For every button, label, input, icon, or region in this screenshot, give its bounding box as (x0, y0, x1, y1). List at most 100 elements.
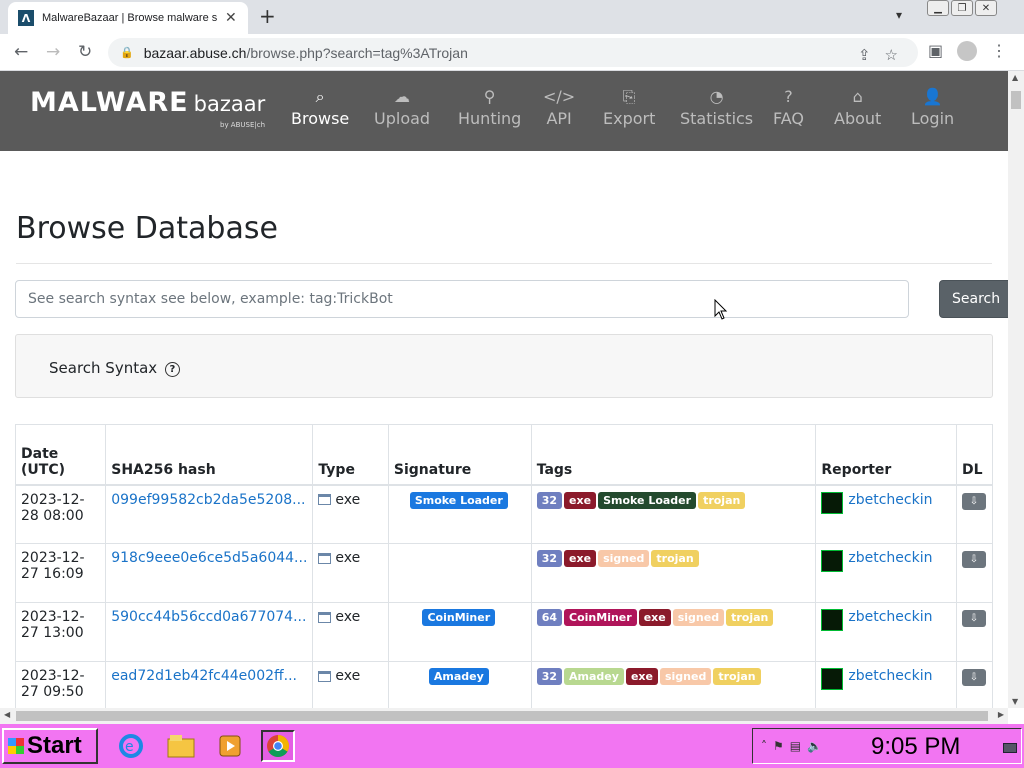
media-player-icon[interactable] (213, 730, 247, 762)
tag-badge[interactable]: trojan (698, 491, 746, 509)
table-row: 2023-12- 27 09:50 ead72d1eb42fc44e002ff..… (14, 661, 994, 708)
tag-badge[interactable]: exe (564, 550, 597, 567)
restore-icon[interactable]: ❐ (951, 0, 973, 16)
tray-volume-icon[interactable]: 🔈 (807, 739, 822, 753)
col-dl: DL (955, 424, 994, 486)
scroll-up-icon[interactable]: ▲ (1012, 73, 1018, 82)
internet-explorer-icon[interactable]: e (114, 730, 148, 762)
forward-icon[interactable]: → (46, 42, 60, 62)
hash-link[interactable]: 099ef99582cb2da5e5208... (111, 492, 305, 508)
cloud-upload-icon: ☁ (394, 87, 411, 106)
logo-sub: bazaar (193, 92, 266, 116)
nav-label: Upload (374, 109, 431, 128)
tag-badge[interactable]: 32 (536, 491, 563, 509)
tag-badge[interactable]: 32 (536, 668, 563, 685)
nav-statistics[interactable]: ◔ Statistics (680, 87, 753, 128)
reload-icon[interactable]: ↻ (78, 42, 92, 62)
show-desktop-icon[interactable] (1003, 743, 1017, 753)
system-tray: ˄ ⚑ ▤ 🔈 9:05 PM (752, 728, 1022, 764)
signature-badge[interactable]: CoinMiner (422, 609, 496, 626)
col-hash[interactable]: SHA256 hash (105, 424, 314, 486)
tag-badge[interactable]: signed (598, 550, 650, 567)
signature-badge[interactable]: Smoke Loader (409, 491, 508, 509)
tag-badge[interactable]: trojan (726, 609, 774, 626)
tag-badge[interactable]: Smoke Loader (598, 491, 697, 509)
nav-hunting[interactable]: ⚲ Hunting (458, 87, 521, 128)
tag-badge[interactable]: exe (625, 668, 658, 685)
url-bar[interactable]: 🔒 bazaar.abuse.ch/browse.php?search=tag%… (108, 38, 918, 67)
tray-expand-icon[interactable]: ˄ (761, 739, 767, 753)
search-syntax-panel[interactable]: Search Syntax ? (15, 334, 993, 398)
tag-badge[interactable]: 32 (536, 550, 563, 567)
share-icon[interactable]: ⇪ (858, 46, 871, 64)
col-reporter[interactable]: Reporter (815, 424, 957, 486)
close-window-icon[interactable]: ✕ (975, 0, 997, 16)
nav-browse[interactable]: ⌕ Browse (291, 87, 349, 128)
reporter-link[interactable]: zbetcheckin (848, 668, 932, 684)
clock[interactable]: 9:05 PM (871, 733, 960, 761)
reporter-link[interactable]: zbetcheckin (848, 550, 932, 566)
start-button[interactable]: Start (2, 728, 98, 764)
malwarebazaar-logo[interactable]: MALWARE bazaar by ABUSE|ch (30, 87, 266, 129)
scroll-left-icon[interactable]: ◀ (4, 710, 10, 719)
tag-badge[interactable]: exe (564, 491, 597, 509)
horizontal-scrollbar[interactable]: ◀ ▶ (0, 708, 1008, 724)
reporter-link[interactable]: zbetcheckin (848, 609, 932, 625)
question-circle-icon[interactable]: ? (164, 362, 180, 377)
tag-badge[interactable]: trojan (651, 550, 699, 567)
tag-badge[interactable]: signed (672, 609, 725, 626)
vertical-scrollbar[interactable]: ▲ ▼ (1008, 71, 1024, 708)
table-row: 2023-12- 28 08:00 099ef99582cb2da5e5208..… (14, 484, 994, 544)
side-panel-icon[interactable]: ▣ (928, 41, 943, 61)
tag-badge[interactable]: CoinMiner (564, 609, 637, 626)
chrome-taskbar-icon[interactable] (261, 730, 295, 762)
profile-avatar-icon[interactable] (957, 41, 978, 61)
back-icon[interactable]: ← (14, 42, 28, 62)
reporter-link[interactable]: zbetcheckin (848, 492, 932, 508)
nav-export[interactable]: ⎘ Export (603, 87, 655, 128)
nav-api[interactable]: </> API (543, 87, 575, 128)
hash-link[interactable]: 918c9eee0e6ce5d5a6044... (111, 550, 307, 566)
bookmark-star-icon[interactable]: ☆ (885, 46, 898, 64)
building-icon: ⌂ (852, 87, 863, 106)
nav-login[interactable]: 👤 Login (911, 87, 954, 128)
close-tab-icon[interactable]: ✕ (225, 10, 237, 26)
tag-badge[interactable]: trojan (713, 668, 761, 685)
col-date[interactable]: Date (UTC) (14, 424, 107, 486)
col-type[interactable]: Type (312, 424, 389, 486)
nav-upload[interactable]: ☁ Upload (374, 87, 430, 128)
hash-link[interactable]: 590cc44b56ccd0a677074... (111, 609, 306, 625)
search-button[interactable]: Search (939, 280, 1008, 318)
nav-about[interactable]: ⌂ About (834, 87, 881, 128)
minimize-icon[interactable]: ▁ (927, 0, 949, 16)
col-signature[interactable]: Signature (387, 424, 532, 486)
tag-badge[interactable]: Amadey (564, 668, 624, 685)
window-icon (318, 611, 332, 623)
browser-tab-bar: Λ MalwareBazaar | Browse malware s ✕ + ▾… (0, 0, 1024, 34)
tag-badge[interactable]: signed (659, 668, 712, 685)
tag-badge[interactable]: 64 (536, 609, 563, 626)
signature-badge[interactable]: Amadey (428, 668, 489, 685)
download-icon[interactable]: ⇩ (961, 551, 986, 568)
search-icon: ⌕ (315, 87, 325, 106)
scroll-down-icon[interactable]: ▼ (1012, 697, 1018, 706)
lock-icon[interactable]: 🔒 (120, 46, 134, 59)
menu-kebab-icon[interactable]: ⋮ (991, 41, 1007, 61)
scroll-right-icon[interactable]: ▶ (998, 710, 1004, 719)
hscroll-thumb[interactable] (16, 711, 988, 721)
download-icon[interactable]: ⇩ (961, 492, 986, 510)
search-input[interactable] (15, 280, 909, 318)
page-viewport: MALWARE bazaar by ABUSE|ch ⌕ Browse ☁ Up… (0, 71, 1008, 708)
download-icon[interactable]: ⇩ (961, 669, 986, 686)
tray-flag-icon[interactable]: ⚑ (773, 739, 784, 753)
tab-search-chevron-icon[interactable]: ▾ (896, 8, 902, 22)
browser-tab[interactable]: Λ MalwareBazaar | Browse malware s ✕ (8, 2, 248, 34)
download-icon[interactable]: ⇩ (961, 610, 986, 627)
tag-badge[interactable]: exe (638, 609, 671, 626)
hash-link[interactable]: ead72d1eb42fc44e002ff... (111, 668, 297, 684)
file-explorer-icon[interactable] (164, 730, 198, 762)
tray-network-icon[interactable]: ▤ (790, 739, 801, 753)
new-tab-icon[interactable]: + (259, 4, 276, 28)
nav-faq[interactable]: ? FAQ (773, 87, 804, 128)
scroll-thumb[interactable] (1011, 91, 1021, 109)
